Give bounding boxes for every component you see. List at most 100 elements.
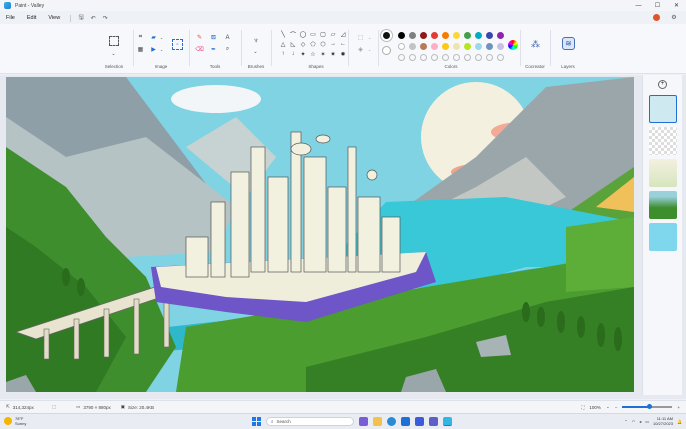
menu-file[interactable]: File: [0, 15, 21, 21]
layers-stack-icon[interactable]: ≋: [562, 37, 575, 50]
image-select-icon[interactable]: ▦: [136, 45, 145, 54]
custom-color-slot-9[interactable]: [486, 54, 493, 61]
shape-10-icon[interactable]: ◇: [298, 39, 308, 49]
brush-icon[interactable]: ♆: [251, 34, 261, 46]
menu-view[interactable]: View: [42, 15, 66, 21]
shape-15-icon[interactable]: ↑: [278, 49, 288, 59]
current-color-primary[interactable]: [381, 30, 392, 41]
edit-colors-icon[interactable]: [508, 40, 518, 50]
edge-browser-icon[interactable]: [387, 417, 396, 426]
layer-thumbnail-5[interactable]: [649, 223, 677, 251]
custom-color-slot-10[interactable]: [497, 54, 504, 61]
clock[interactable]: 11:11 AM 10/27/2023: [653, 416, 673, 426]
shape-outline-icon[interactable]: ⬚: [356, 33, 365, 42]
menu-edit[interactable]: Edit: [21, 15, 42, 21]
zoom-slider-knob[interactable]: [647, 404, 653, 409]
store-icon[interactable]: [401, 417, 410, 426]
shape-13-icon[interactable]: →: [328, 39, 338, 49]
shape-21-icon[interactable]: ✸: [338, 49, 348, 59]
color-swatch-4[interactable]: [431, 32, 438, 39]
task-view-icon[interactable]: [359, 417, 368, 426]
zoom-level[interactable]: 100%: [589, 405, 601, 410]
shape-fill-icon[interactable]: ◈: [356, 45, 365, 54]
color-swatch-3[interactable]: [420, 32, 427, 39]
shape-11-icon[interactable]: ⬠: [308, 39, 318, 49]
shape-7-icon[interactable]: ◿: [338, 29, 348, 39]
color-swatch-6[interactable]: [453, 32, 460, 39]
color-swatch-8[interactable]: [475, 32, 482, 39]
fit-to-window-icon[interactable]: ⛶: [581, 405, 584, 410]
color-swatch-12[interactable]: [409, 43, 416, 50]
wifi-icon[interactable]: ◠: [632, 419, 636, 424]
taskbar-search-input[interactable]: ⌕ Search: [266, 417, 354, 426]
shape-5-icon[interactable]: ▢: [318, 29, 328, 39]
shape-14-icon[interactable]: ←: [338, 39, 348, 49]
chevron-down-icon[interactable]: ⌄: [157, 45, 166, 54]
layer-thumbnail-1[interactable]: [649, 95, 677, 123]
color-swatch-17[interactable]: [464, 43, 471, 50]
color-swatch-13[interactable]: [420, 43, 427, 50]
chevron-down-icon[interactable]: ⌄: [365, 45, 374, 54]
color-swatch-19[interactable]: [486, 43, 493, 50]
start-windows-icon[interactable]: [252, 417, 261, 426]
notifications-icon[interactable]: 🔔: [677, 419, 682, 424]
zoom-out-icon[interactable]: −: [615, 405, 618, 410]
magnifier-icon[interactable]: ⌕: [223, 45, 232, 54]
zoom-in-icon[interactable]: +: [677, 405, 680, 410]
redo-icon[interactable]: ↷: [99, 15, 111, 22]
fill-bucket-icon[interactable]: ⛾: [209, 33, 218, 42]
color-swatch-11[interactable]: [398, 43, 405, 50]
color-swatch-9[interactable]: [486, 32, 493, 39]
color-swatch-10[interactable]: [497, 32, 504, 39]
shape-4-icon[interactable]: ▭: [308, 29, 318, 39]
color-swatch-1[interactable]: [398, 32, 405, 39]
custom-color-slot-2[interactable]: [409, 54, 416, 61]
shape-2-icon[interactable]: ⌒: [288, 29, 298, 39]
custom-color-slot-1[interactable]: [398, 54, 405, 61]
shape-12-icon[interactable]: ⬡: [318, 39, 328, 49]
chevron-down-icon[interactable]: ⌄: [251, 47, 260, 56]
color-swatch-2[interactable]: [409, 32, 416, 39]
color-swatch-14[interactable]: [431, 43, 438, 50]
volume-icon[interactable]: ◂: [639, 419, 641, 424]
close-button[interactable]: ✕: [667, 0, 686, 11]
zoom-slider[interactable]: [622, 404, 673, 409]
outlook-icon[interactable]: [415, 417, 424, 426]
crop-icon[interactable]: ⌗: [136, 33, 145, 42]
color-swatch-16[interactable]: [453, 43, 460, 50]
color-swatch-5[interactable]: [442, 32, 449, 39]
add-layer-icon[interactable]: +: [658, 80, 667, 89]
shape-1-icon[interactable]: ╲: [278, 29, 288, 39]
custom-color-slot-4[interactable]: [431, 54, 438, 61]
chevron-down-icon[interactable]: ⌄: [606, 404, 610, 410]
account-avatar[interactable]: [653, 14, 660, 21]
shape-3-icon[interactable]: ◯: [298, 29, 308, 39]
chevron-down-icon[interactable]: ⌄: [157, 33, 166, 42]
undo-icon[interactable]: ↶: [87, 15, 99, 22]
shape-20-icon[interactable]: ✷: [328, 49, 338, 59]
color-swatch-15[interactable]: [442, 43, 449, 50]
file-explorer-icon[interactable]: [373, 417, 382, 426]
custom-color-slot-5[interactable]: [442, 54, 449, 61]
eraser-icon[interactable]: ⌫: [195, 45, 204, 54]
teams-icon[interactable]: [429, 417, 438, 426]
shape-19-icon[interactable]: ✶: [318, 49, 328, 59]
custom-color-slot-3[interactable]: [420, 54, 427, 61]
color-swatch-20[interactable]: [497, 43, 504, 50]
shape-8-icon[interactable]: △: [278, 39, 288, 49]
settings-gear-icon[interactable]: ⚙: [668, 14, 680, 21]
shape-18-icon[interactable]: ☆: [308, 49, 318, 59]
shape-9-icon[interactable]: ◺: [288, 39, 298, 49]
custom-color-slot-7[interactable]: [464, 54, 471, 61]
custom-color-slot-6[interactable]: [453, 54, 460, 61]
remove-background-icon[interactable]: ▫: [172, 39, 183, 50]
layer-thumbnail-3[interactable]: [649, 159, 677, 187]
drawing-canvas[interactable]: [6, 77, 634, 392]
maximize-button[interactable]: ☐: [648, 0, 667, 11]
save-icon[interactable]: 🖫: [75, 13, 87, 23]
chevron-down-icon[interactable]: ⌄: [365, 33, 374, 42]
minimize-button[interactable]: —: [629, 0, 648, 11]
color-swatch-18[interactable]: [475, 43, 482, 50]
weather-widget[interactable]: 78°F Sunny: [4, 416, 26, 426]
cocreator-sparkle-icon[interactable]: ⁂: [530, 39, 541, 50]
